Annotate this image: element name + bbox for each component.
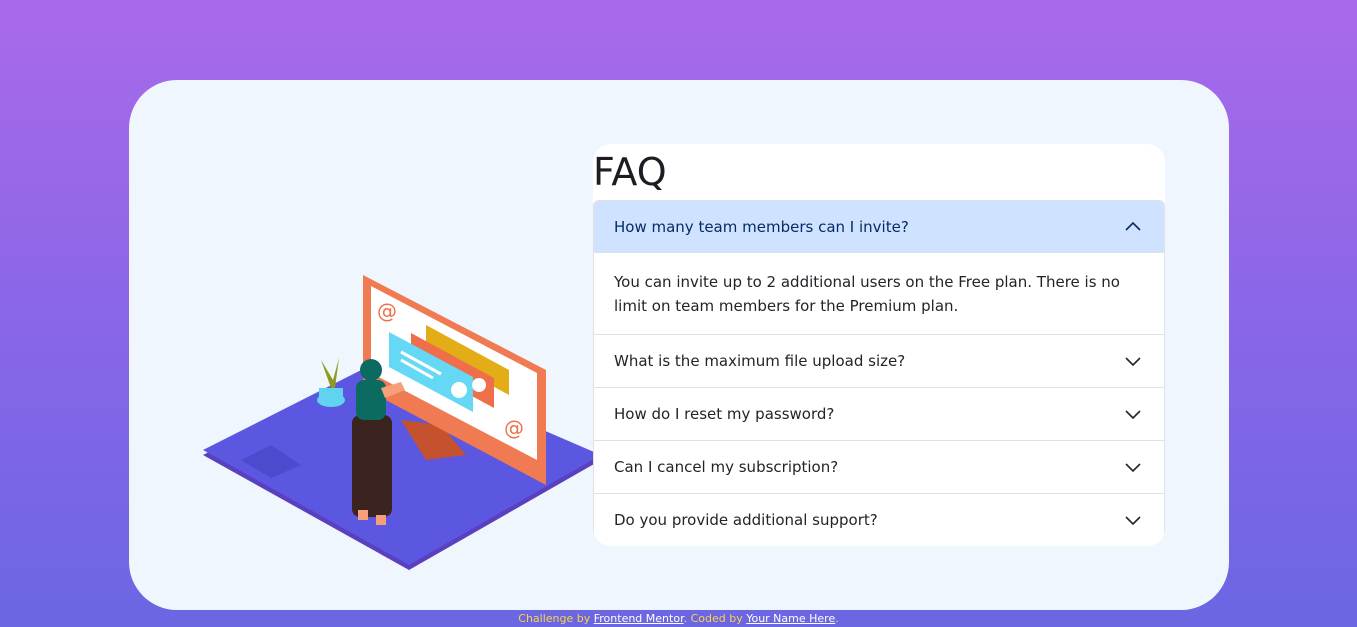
accordion-item: How many team members can I invite? You …	[594, 201, 1164, 334]
accordion-question: How do I reset my password?	[614, 405, 835, 423]
accordion-question: Do you provide additional support?	[614, 511, 878, 529]
chevron-down-icon	[1125, 410, 1141, 420]
accordion-header-additional-support[interactable]: Do you provide additional support?	[594, 494, 1164, 546]
accordion-item: Do you provide additional support?	[594, 493, 1164, 546]
accordion-item: How do I reset my password?	[594, 387, 1164, 440]
attribution-middle: . Coded by	[683, 612, 747, 625]
chevron-down-icon	[1125, 516, 1141, 526]
accordion-header-upload-size[interactable]: What is the maximum file upload size?	[594, 335, 1164, 387]
accordion-answer: You can invite up to 2 additional users …	[614, 273, 1120, 315]
author-link[interactable]: Your Name Here	[746, 612, 835, 625]
chevron-up-icon	[1125, 221, 1141, 231]
faq-card: @ @ FAQ How many team members can I invi…	[129, 80, 1229, 610]
faq-section: FAQ How many team members can I invite? …	[593, 144, 1165, 546]
accordion-question: Can I cancel my subscription?	[614, 458, 839, 476]
svg-text:@: @	[504, 416, 524, 440]
accordion-question: What is the maximum file upload size?	[614, 352, 906, 370]
accordion-header-cancel-subscription[interactable]: Can I cancel my subscription?	[594, 441, 1164, 493]
accordion-header-reset-password[interactable]: How do I reset my password?	[594, 388, 1164, 440]
accordion-question: How many team members can I invite?	[614, 217, 909, 236]
accordion-item: Can I cancel my subscription?	[594, 440, 1164, 493]
chevron-down-icon	[1125, 357, 1141, 367]
attribution-suffix: .	[835, 612, 839, 625]
accordion-item: What is the maximum file upload size?	[594, 334, 1164, 387]
woman-online-illustration: @ @	[203, 275, 601, 570]
attribution-prefix: Challenge by	[518, 612, 594, 625]
accordion-header-team-members[interactable]: How many team members can I invite?	[594, 201, 1164, 253]
attribution-footer: Challenge by Frontend Mentor. Coded by Y…	[0, 611, 1357, 627]
frontend-mentor-link[interactable]: Frontend Mentor	[594, 612, 684, 625]
faq-accordion: How many team members can I invite? You …	[593, 200, 1165, 546]
chevron-down-icon	[1125, 463, 1141, 473]
svg-text:@: @	[377, 299, 397, 323]
faq-title: FAQ	[593, 150, 667, 194]
